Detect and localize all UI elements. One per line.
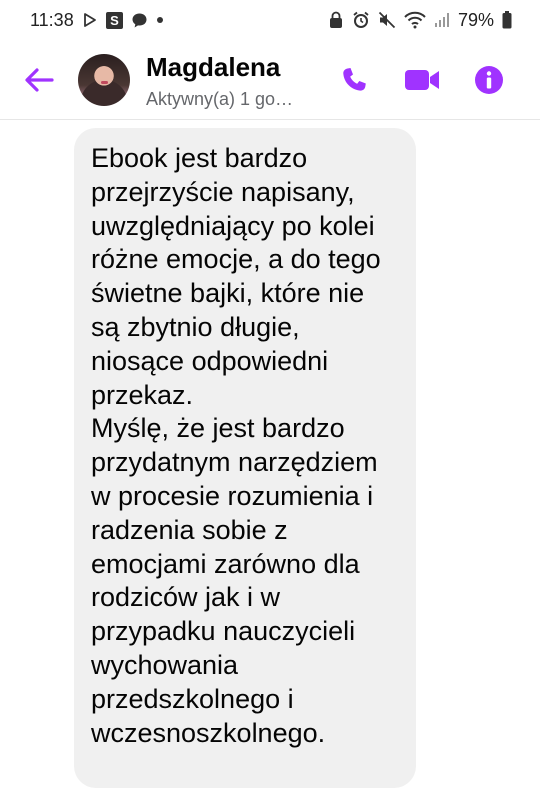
play-store-icon — [82, 12, 98, 28]
message-text-line: przydatnym narzędziem — [91, 447, 378, 478]
message-text-line: wychowania — [91, 649, 239, 680]
message-text-line: Ebook jest bardzo — [91, 143, 308, 173]
lock-icon — [328, 11, 344, 29]
message-text-line: emocjami zarówno dla — [91, 548, 360, 579]
conversation-info-button[interactable] — [471, 62, 507, 98]
message-text-line: rodziców jak i w — [91, 582, 281, 613]
received-message-bubble[interactable]: Ebook jest bardzo przejrzyście napisany,… — [74, 128, 416, 788]
contact-name[interactable]: Magdalena — [146, 52, 280, 83]
status-time: 11:38 — [30, 9, 74, 30]
alarm-icon — [352, 11, 370, 29]
message-text-line: świetne bajki, które nie — [91, 278, 365, 309]
message-text-line: różne emocje, a do tego — [91, 244, 381, 275]
message-text-line: są zbytnio długie, — [91, 311, 300, 342]
message-text-line: wczesnoszkolnego. — [91, 717, 326, 748]
message-text-line: Myślę, że jest bardzo — [91, 413, 345, 444]
battery-percentage: 79% — [457, 9, 494, 30]
message-text-line: uwzględniający po kolei — [91, 210, 375, 241]
call-button[interactable] — [336, 62, 372, 98]
chat-bubble-icon — [131, 12, 148, 29]
video-camera-icon — [405, 70, 439, 90]
status-bar-left: 11:38 S — [30, 10, 164, 31]
video-call-button[interactable] — [404, 62, 440, 98]
info-icon — [475, 66, 503, 94]
message-text-line: przypadku nauczycieli — [91, 616, 356, 647]
dot-icon — [156, 16, 164, 24]
back-button[interactable] — [22, 66, 56, 94]
message-text-line: przejrzyście napisany, — [91, 176, 355, 207]
back-arrow-icon — [25, 68, 54, 92]
status-bar: 11:38 S 79% — [0, 0, 540, 40]
message-text-line: przekaz. — [91, 379, 194, 410]
contact-active-status: Aktywny(a) 1 go… — [146, 89, 294, 109]
message-text-line: radzenia sobie z — [91, 514, 288, 545]
message-text-line: niosące odpowiedni — [91, 345, 329, 376]
phone-icon — [343, 68, 366, 91]
conversation-header: Magdalena Aktywny(a) 1 go… — [0, 40, 540, 120]
status-bar-right: 79% — [328, 10, 512, 31]
avatar[interactable] — [78, 54, 130, 106]
signal-icon — [434, 12, 450, 28]
battery-icon — [502, 11, 512, 29]
message-text-line: w procesie rozumienia i — [91, 480, 374, 511]
svg-text:S: S — [110, 13, 119, 28]
s-app-icon: S — [105, 11, 123, 29]
message-text-line: przedszkolnego i — [91, 683, 294, 714]
wifi-icon — [404, 11, 426, 29]
mute-icon — [378, 11, 396, 29]
